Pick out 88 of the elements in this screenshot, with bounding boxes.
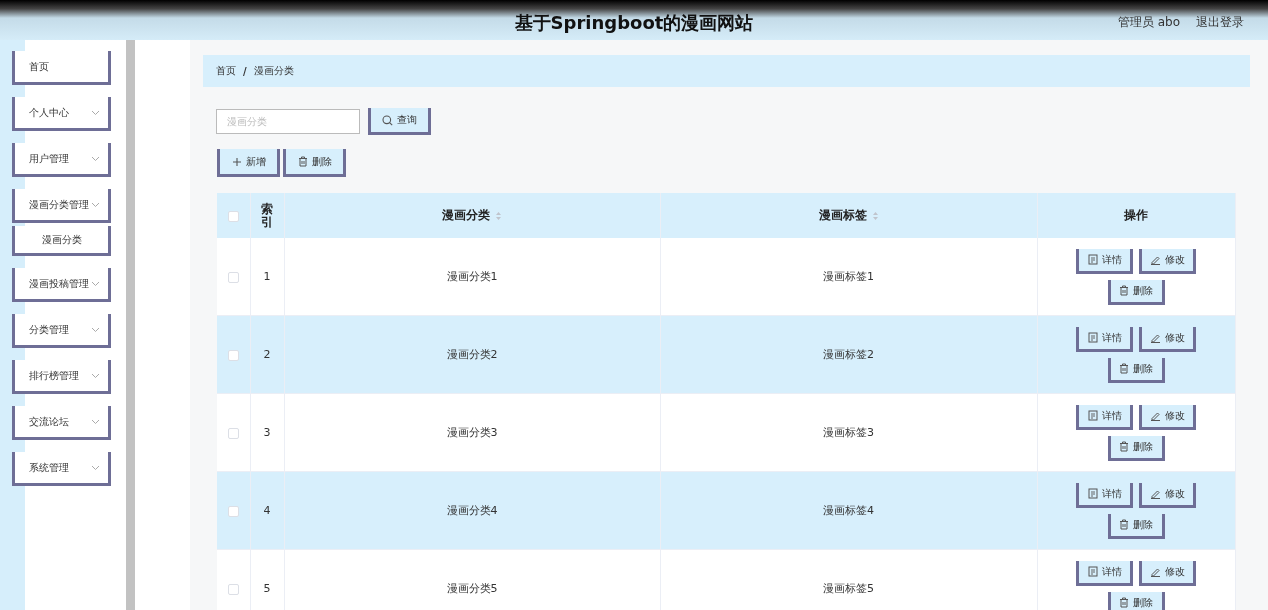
document-icon [1087, 566, 1098, 577]
add-button[interactable]: 新增 [217, 149, 280, 177]
breadcrumb-link[interactable]: 首页 [216, 64, 236, 78]
user-name: 管理员 abo [1117, 14, 1180, 31]
pencil-icon [1150, 332, 1162, 343]
checkbox[interactable] [227, 427, 239, 439]
sidebar-item[interactable]: 排行榜管理 [12, 360, 111, 394]
checkbox[interactable] [227, 349, 239, 361]
column-header: 操作 [1124, 207, 1149, 224]
details-button[interactable]: 详情 [1076, 560, 1134, 586]
sort-icon[interactable] [871, 210, 879, 221]
edit-button[interactable]: 修改 [1139, 326, 1197, 352]
column-header: 漫画标签 [818, 207, 867, 224]
delete-button[interactable]: 删除 [1107, 435, 1165, 461]
delete-button[interactable]: 删除 [283, 149, 346, 177]
delete-button[interactable]: 删除 [1107, 279, 1165, 305]
chevron-down-icon [91, 201, 100, 208]
edit-button[interactable]: 修改 [1139, 482, 1197, 508]
document-icon [1087, 410, 1098, 421]
delete-button[interactable]: 删除 [1107, 513, 1165, 539]
details-button[interactable]: 详情 [1076, 248, 1134, 274]
details-button[interactable]: 详情 [1076, 404, 1134, 430]
details-button[interactable]: 详情 [1076, 482, 1134, 508]
document-icon [1087, 332, 1098, 343]
pencil-icon [1150, 254, 1162, 265]
table-cell: 漫画分类2 [446, 348, 498, 361]
checkbox[interactable] [227, 505, 239, 517]
chevron-down-icon [91, 372, 100, 379]
breadcrumb-separator: / [243, 65, 247, 77]
edit-button[interactable]: 修改 [1139, 560, 1197, 586]
sidebar-item[interactable]: 交流论坛 [12, 406, 111, 440]
table-cell: 漫画标签2 [823, 348, 874, 361]
table-cell: 漫画分类4 [446, 504, 498, 517]
scrollbar[interactable] [126, 40, 135, 610]
sidebar-item[interactable]: 用户管理 [12, 143, 111, 177]
delete-button[interactable]: 删除 [1107, 591, 1165, 610]
table-cell: 漫画标签4 [823, 504, 874, 517]
sidebar-item[interactable]: 系统管理 [12, 452, 111, 486]
chevron-down-icon [91, 155, 100, 162]
table-cell: 漫画标签5 [823, 582, 874, 595]
sidebar-item[interactable]: 首页 [12, 51, 111, 85]
details-button[interactable]: 详情 [1076, 326, 1134, 352]
chevron-down-icon [91, 326, 100, 333]
search-button[interactable]: 查询 [368, 108, 431, 135]
trash-icon [1119, 441, 1130, 452]
pencil-icon [1150, 410, 1162, 421]
checkbox[interactable] [227, 583, 239, 595]
breadcrumb-link[interactable]: 漫画分类 [253, 64, 294, 78]
table-cell: 1 [263, 270, 271, 283]
sort-icon[interactable] [495, 210, 502, 221]
table-cell: 2 [263, 348, 271, 361]
table-cell: 5 [263, 582, 271, 595]
table-cell: 4 [263, 504, 271, 517]
sidebar-item[interactable]: 漫画投稿管理 [12, 268, 111, 302]
trash-icon [1119, 285, 1130, 296]
column-header: 漫画分类 [442, 207, 490, 224]
delete-button[interactable]: 删除 [1107, 357, 1165, 383]
site-title: 基于Springboot的漫画网站 [514, 12, 754, 33]
sidebar-item[interactable]: 漫画分类管理 [12, 189, 111, 223]
search-icon [382, 114, 393, 126]
table-cell: 漫画分类5 [446, 582, 498, 595]
sidebar-item[interactable]: 个人中心 [12, 97, 111, 131]
chevron-down-icon [91, 464, 100, 471]
edit-button[interactable]: 修改 [1139, 404, 1197, 430]
table-cell: 3 [263, 426, 271, 439]
sidebar-item[interactable]: 分类管理 [12, 314, 111, 348]
pencil-icon [1150, 488, 1162, 499]
trash-icon [297, 156, 308, 167]
chevron-down-icon [91, 418, 100, 425]
document-icon [1087, 254, 1098, 265]
trash-icon [1119, 519, 1130, 530]
document-icon [1087, 488, 1098, 499]
checkbox[interactable] [227, 271, 239, 283]
trash-icon [1119, 363, 1130, 374]
chevron-down-icon [91, 280, 100, 287]
checkbox[interactable] [227, 210, 239, 222]
submenu-item[interactable]: 漫画分类 [12, 226, 111, 256]
table-cell: 漫画分类1 [446, 270, 498, 283]
trash-icon [1119, 597, 1130, 608]
chevron-down-icon [91, 109, 100, 116]
column-header: 索引 [261, 202, 273, 230]
pencil-icon [1150, 566, 1162, 577]
edit-button[interactable]: 修改 [1139, 248, 1197, 274]
table-cell: 漫画标签1 [823, 270, 874, 283]
table-cell: 漫画分类3 [446, 426, 498, 439]
logout-link[interactable]: 退出登录 [1196, 14, 1244, 31]
plus-icon [231, 156, 242, 167]
table-cell: 漫画标签3 [823, 426, 874, 439]
